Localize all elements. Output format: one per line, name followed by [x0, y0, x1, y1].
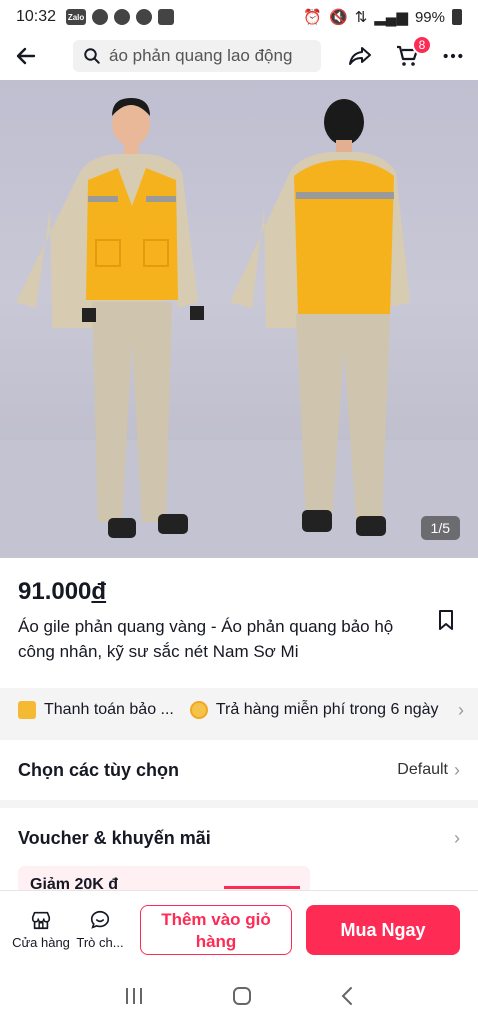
back-arrow-icon [16, 47, 36, 65]
top-nav: áo phản quang lao động 8 [0, 35, 478, 76]
shop-button[interactable]: Cửa hàng [10, 909, 72, 950]
price-value: 91.000 [18, 578, 92, 605]
gallery-icon [158, 9, 175, 25]
recent-apps-icon[interactable] [123, 986, 145, 1006]
battery-text: 99% [414, 8, 445, 26]
shop-icon [31, 911, 51, 930]
more-icon[interactable] [442, 45, 464, 67]
product-image-gallery[interactable]: 1/5 [0, 80, 478, 558]
image-counter: 1/5 [420, 516, 460, 540]
card-icon [18, 701, 36, 719]
voucher-label: Voucher & khuyến mãi [18, 827, 211, 848]
messenger-icon [92, 9, 109, 25]
share-icon[interactable] [348, 44, 372, 68]
battery-icon [452, 9, 462, 25]
service-payment-label: Thanh toán bảo ... [44, 701, 174, 718]
chat-icon [90, 910, 110, 929]
options-value-text: Default [397, 761, 448, 778]
voucher-chevron: › [454, 828, 460, 849]
location-icon [136, 9, 153, 25]
product-photo [0, 98, 478, 558]
mute-icon: 🔇 [329, 9, 348, 26]
coin-icon [189, 701, 208, 719]
bookmark-icon[interactable] [436, 608, 456, 632]
system-navigation [0, 968, 478, 1024]
bottom-action-bar: Cửa hàng Trò ch... Thêm vào giỏ hàng Mua… [0, 890, 478, 968]
chat-label: Trò ch... [76, 935, 124, 950]
service-return[interactable]: Trả hàng miễn phí trong 6 ngày [189, 701, 439, 719]
voucher-row[interactable]: Voucher & khuyến mãi › [0, 810, 478, 866]
shop-label: Cửa hàng [12, 935, 70, 950]
service-payment[interactable]: Thanh toán bảo ... [18, 701, 174, 719]
options-label: Chọn các tùy chọn [18, 759, 180, 780]
cart-button[interactable]: 8 [394, 35, 432, 69]
chat-button[interactable]: Trò ch... [72, 909, 128, 950]
product-price: 91.000đ [18, 578, 106, 606]
buy-now-button[interactable]: Mua Ngay [306, 905, 460, 955]
system-back-icon[interactable] [339, 985, 355, 1007]
service-strip[interactable]: Thanh toán bảo ... Trả hàng miễn phí tro… [0, 688, 478, 732]
divider [0, 732, 478, 740]
alarm-icon: ⏰ [303, 9, 322, 26]
chevron-right-icon: › [454, 759, 460, 780]
price-currency: đ [91, 578, 107, 605]
search-query: áo phản quang lao động [109, 46, 293, 65]
search-box[interactable]: áo phản quang lao động [73, 40, 321, 72]
facebook-icon [114, 9, 131, 25]
search-icon [84, 48, 100, 64]
add-to-cart-button[interactable]: Thêm vào giỏ hàng [140, 905, 292, 955]
home-icon[interactable] [231, 985, 253, 1007]
data-icon: ⇅ [354, 9, 368, 26]
back-button[interactable] [0, 36, 52, 76]
cart-badge: 8 [412, 35, 432, 55]
status-time: 10:32 [16, 8, 57, 25]
chevron-right-icon[interactable]: › [444, 688, 478, 732]
options-row[interactable]: Chọn các tùy chọn Default › [0, 740, 478, 800]
chevron-right-icon: › [454, 827, 460, 848]
signal-icon: ▂▄▆ [374, 9, 408, 26]
service-return-label: Trả hàng miễn phí trong 6 ngày [215, 701, 439, 718]
divider [0, 800, 478, 808]
zalo-icon: Zalo [66, 9, 87, 25]
status-bar: 10:32 Zalo ⏰ 🔇 ⇅ ▂▄▆ 99% [0, 0, 478, 34]
product-title: Áo gile phản quang vàng - Áo phản quang … [18, 617, 394, 661]
options-value: Default › [397, 760, 460, 781]
